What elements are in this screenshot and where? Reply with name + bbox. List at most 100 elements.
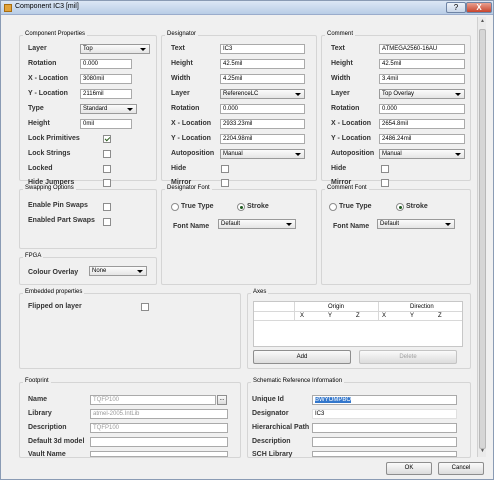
hierarchical-path-input[interactable] <box>312 423 457 433</box>
comment-mirror-checkbox[interactable] <box>381 179 389 187</box>
axes-table[interactable]: Origin Direction X Y Z X Y Z <box>253 301 463 347</box>
add-axis-button[interactable]: Add <box>253 350 351 364</box>
designator-height-input[interactable]: 42.5mil <box>220 59 305 69</box>
group-title: Comment Font <box>325 185 369 191</box>
schematic-description-input[interactable] <box>312 437 457 447</box>
component-height-input[interactable]: 0mil <box>80 119 132 129</box>
component-type-select[interactable]: Standard <box>80 104 137 114</box>
close-button[interactable]: X <box>466 2 492 13</box>
chevron-down-icon <box>140 48 146 51</box>
locked-checkbox[interactable] <box>103 165 111 173</box>
select-value: Default <box>380 221 400 227</box>
app-icon <box>4 4 12 12</box>
select-value: Top <box>83 46 93 52</box>
label-y-location: Y - Location <box>28 90 68 97</box>
chevron-down-icon <box>455 93 461 96</box>
scroll-up-icon[interactable]: ▲ <box>479 18 486 26</box>
vault-name-input[interactable] <box>90 451 228 457</box>
component-layer-select[interactable]: Top <box>80 44 150 54</box>
default-3d-model-input[interactable] <box>90 437 228 447</box>
designator-truetype-radio[interactable] <box>171 203 179 211</box>
select-value: Manual <box>382 151 402 157</box>
enable-part-swaps-checkbox[interactable] <box>103 218 111 226</box>
label-description: Description <box>252 438 291 445</box>
cancel-button[interactable]: Cancel <box>438 462 484 475</box>
label-description: Description <box>28 424 67 431</box>
origin-x-header: X <box>300 313 305 319</box>
select-value: Top Overlay <box>382 91 415 97</box>
flipped-on-layer-checkbox[interactable] <box>141 303 149 311</box>
comment-autoposition-select[interactable]: Manual <box>379 149 465 159</box>
direction-y-header: Y <box>410 313 415 319</box>
hide-jumpers-checkbox[interactable] <box>103 179 111 187</box>
component-x-input[interactable]: 3080mil <box>80 74 132 84</box>
comment-rotation-input[interactable]: 0.000 <box>379 104 465 114</box>
component-y-input[interactable]: 2116mil <box>80 89 132 99</box>
designator-width-input[interactable]: 4.25mil <box>220 74 305 84</box>
comment-height-input[interactable]: 42.5mil <box>379 59 465 69</box>
comment-stroke-label: Stroke <box>406 203 428 210</box>
lock-primitives-checkbox[interactable] <box>103 135 111 143</box>
comment-x-input[interactable]: 2654.8mil <box>379 119 465 129</box>
label-autoposition: Autoposition <box>171 150 215 157</box>
comment-stroke-radio[interactable] <box>396 203 404 211</box>
direction-z-header: Z <box>438 313 442 319</box>
sch-library-input[interactable] <box>312 451 457 457</box>
group-title: Schematic Reference Information <box>251 378 345 384</box>
label-vault-name: Vault Name <box>28 451 66 458</box>
select-value: Manual <box>223 151 243 157</box>
designator-rotation-input[interactable]: 0.000 <box>220 104 305 114</box>
select-value: Standard <box>83 106 108 112</box>
comment-y-input[interactable]: 2486.24mil <box>379 134 465 144</box>
designator-autoposition-select[interactable]: Manual <box>220 149 305 159</box>
label-layer: Layer <box>28 45 47 52</box>
label-height: Height <box>28 120 50 127</box>
designator-truetype-label: True Type <box>181 203 214 210</box>
comment-width-input[interactable]: 3.4mil <box>379 74 465 84</box>
delete-axis-button[interactable]: Delete <box>359 350 457 364</box>
comment-hide-checkbox[interactable] <box>381 165 389 173</box>
comment-text-input[interactable]: ATMEGA2560-16AU <box>379 44 465 54</box>
label-x-location: X - Location <box>331 120 372 127</box>
group-title: FPGA <box>23 253 44 259</box>
designator-y-input[interactable]: 2204.98mil <box>220 134 305 144</box>
designator-layer-select[interactable]: ReferenceLC <box>220 89 305 99</box>
help-button[interactable]: ? <box>446 2 466 13</box>
group-title: Embedded properties <box>23 289 85 295</box>
label-designator: Designator <box>252 410 289 417</box>
designator-font-name-select[interactable]: Default <box>218 219 296 229</box>
label-locked: Locked <box>28 165 53 172</box>
label-text: Text <box>171 45 185 52</box>
colour-overlay-select[interactable]: None <box>89 266 147 276</box>
footprint-library-input[interactable]: atmel-2005.IntLib <box>90 409 228 419</box>
schematic-designator-input[interactable]: IC3 <box>312 409 457 419</box>
scroll-down-icon[interactable]: ▼ <box>479 448 486 456</box>
enable-pin-swaps-checkbox[interactable] <box>103 203 111 211</box>
label-rotation: Rotation <box>28 60 57 67</box>
scroll-thumb[interactable] <box>479 29 486 449</box>
designator-mirror-checkbox[interactable] <box>221 179 229 187</box>
footprint-browse-button[interactable]: ... <box>217 395 227 405</box>
ok-button[interactable]: OK <box>386 462 432 475</box>
designator-x-input[interactable]: 2933.23mil <box>220 119 305 129</box>
comment-truetype-radio[interactable] <box>329 203 337 211</box>
comment-layer-select[interactable]: Top Overlay <box>379 89 465 99</box>
label-enabled-part-swaps: Enabled Part Swaps <box>28 217 95 224</box>
designator-hide-checkbox[interactable] <box>221 165 229 173</box>
direction-header: Direction <box>410 304 434 310</box>
component-rotation-input[interactable]: 0.000 <box>80 59 132 69</box>
label-lock-primitives: Lock Primitives <box>28 135 80 142</box>
footprint-description-input[interactable]: TQFP100 <box>90 423 228 433</box>
group-title: Comment <box>325 31 356 37</box>
group-title: Swapping Options <box>23 185 76 191</box>
designator-stroke-radio[interactable] <box>237 203 245 211</box>
comment-truetype-label: True Type <box>339 203 372 210</box>
chevron-down-icon <box>295 153 301 156</box>
vertical-scrollbar[interactable]: ▲ ▼ <box>477 17 486 457</box>
comment-font-name-select[interactable]: Default <box>377 219 455 229</box>
designator-text-input[interactable]: IC3 <box>220 44 305 54</box>
origin-y-header: Y <box>328 313 333 319</box>
lock-strings-checkbox[interactable] <box>103 150 111 158</box>
unique-id-input[interactable]: BWYOMPBO <box>312 395 457 405</box>
footprint-name-input[interactable]: TQFP100 <box>90 395 216 405</box>
